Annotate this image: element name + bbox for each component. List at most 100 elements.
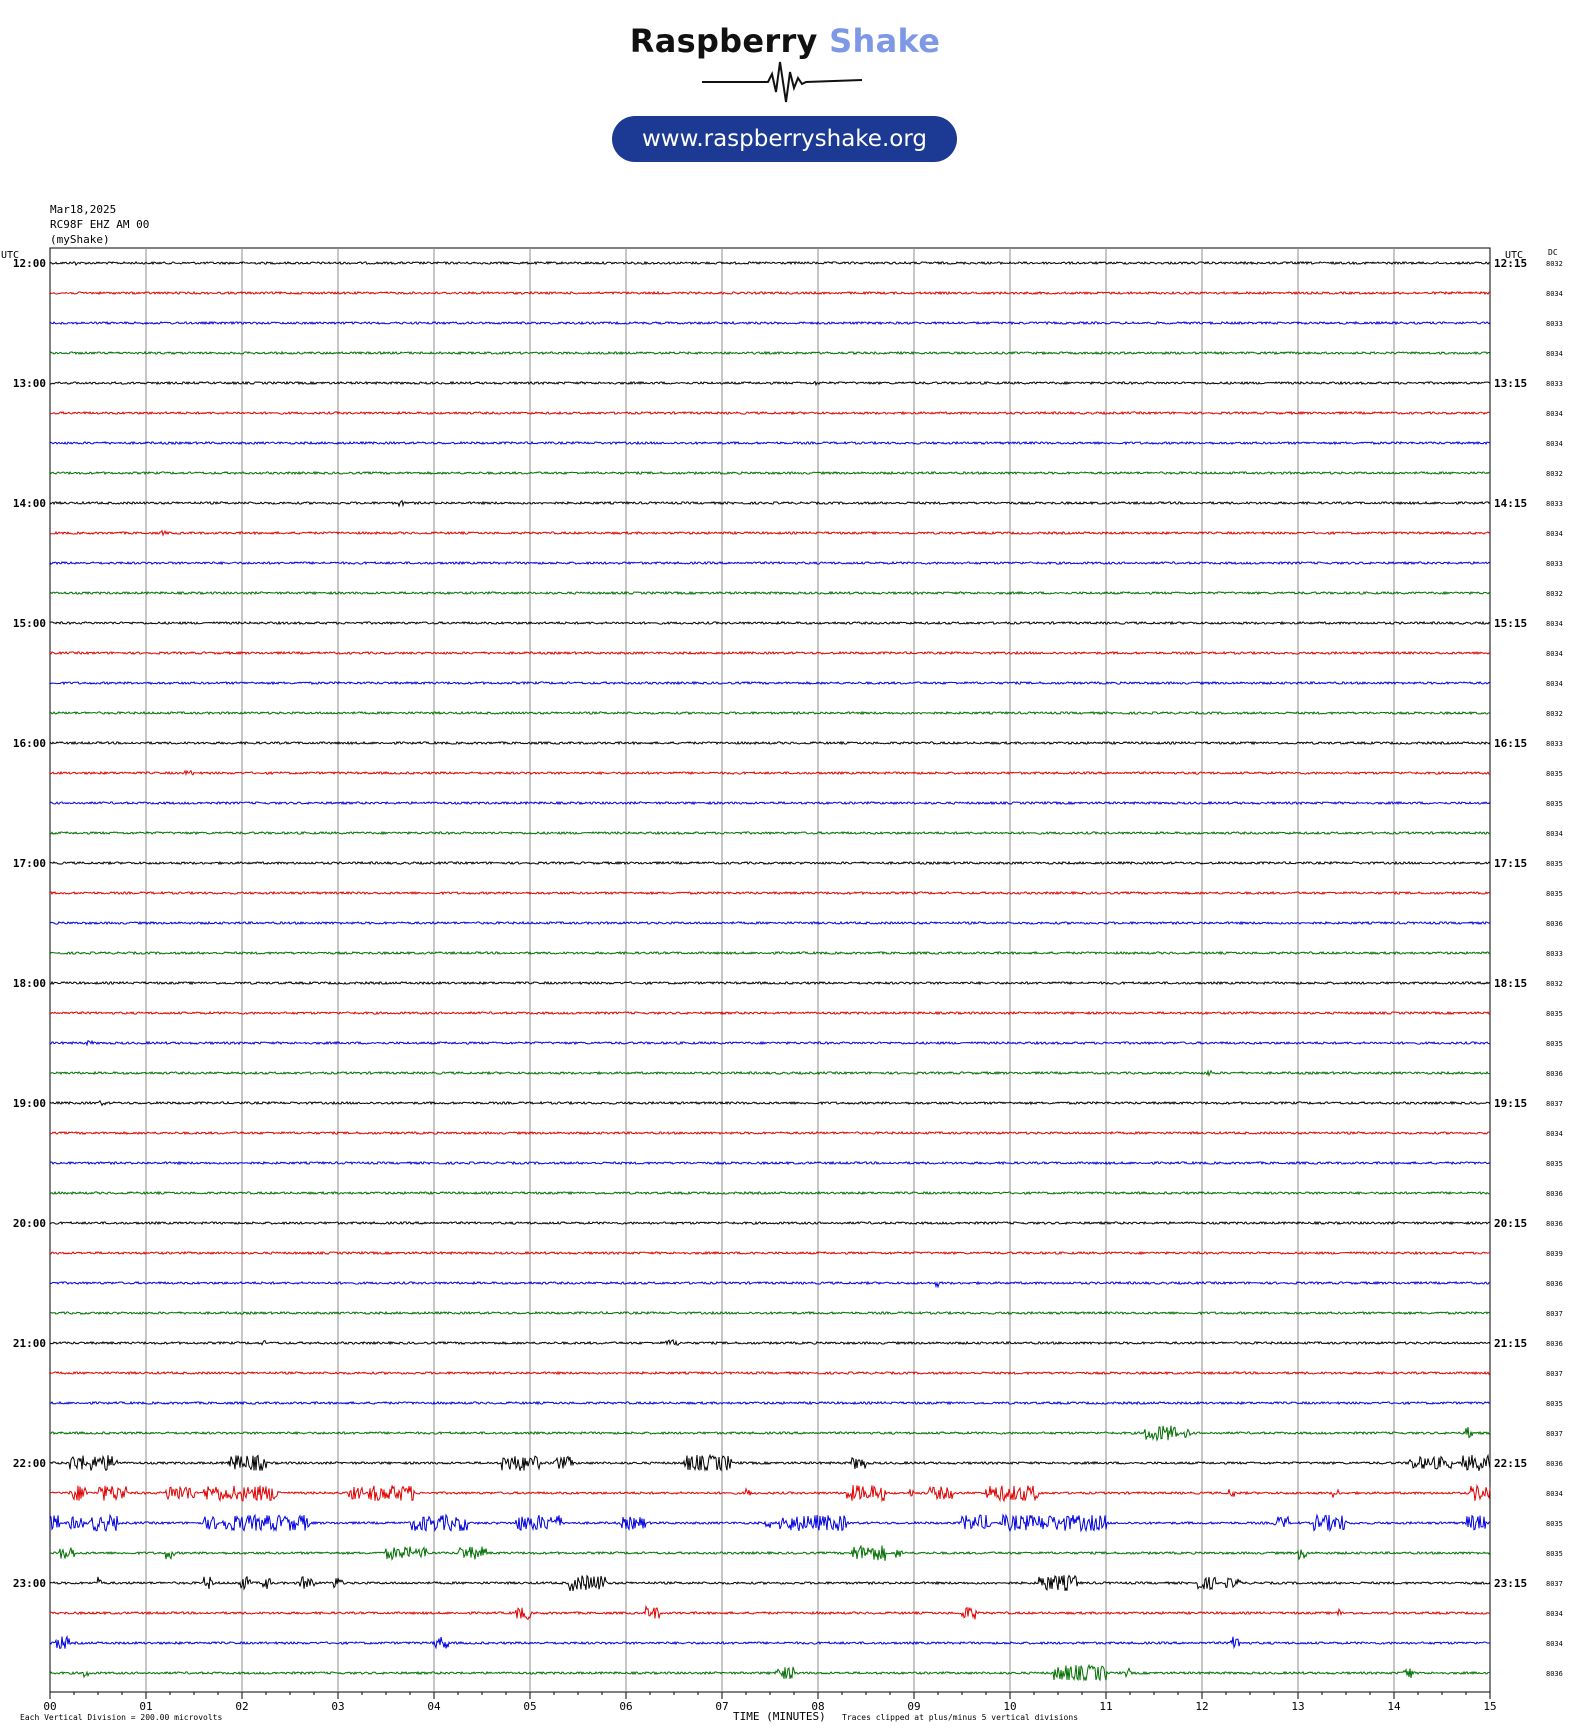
dc-value: 8032 <box>1546 260 1563 268</box>
dc-value: 8034 <box>1546 440 1563 448</box>
dc-value: 8032 <box>1546 980 1563 988</box>
trace-row <box>49 860 1491 866</box>
trace-row <box>49 1604 1491 1620</box>
trace-row <box>49 499 1491 508</box>
x-tick-label: 10 <box>1003 1700 1016 1713</box>
x-tick-label: 05 <box>523 1700 536 1713</box>
trace-row <box>49 320 1491 326</box>
dc-value: 8036 <box>1546 1190 1563 1198</box>
axis-labels: 00 01 02 03 04 05 06 07 08 09 10 11 12 13 14 15UTC UTC DC… <box>1 248 1563 1723</box>
x-tick-label: 01 <box>139 1700 152 1713</box>
trace-row <box>49 769 1490 777</box>
trace-row <box>49 1160 1491 1166</box>
dc-value: 8033 <box>1546 950 1563 958</box>
trace-row <box>49 590 1491 596</box>
dc-value: 8036 <box>1546 920 1563 928</box>
trace-row <box>49 260 1491 266</box>
left-hour-label: 22:00 <box>13 1457 46 1470</box>
right-hour-label: 17:15 <box>1494 857 1527 870</box>
dc-value: 8034 <box>1546 410 1563 418</box>
right-hour-label: 16:15 <box>1494 737 1527 750</box>
trace-row <box>49 1010 1491 1016</box>
left-hour-label: 15:00 <box>13 617 46 630</box>
x-tick-label: 02 <box>235 1700 248 1713</box>
trace-row <box>49 980 1491 986</box>
left-hour-label: 19:00 <box>13 1097 46 1110</box>
dc-value: 8032 <box>1546 470 1563 478</box>
dc-value: 8034 <box>1546 830 1563 838</box>
dc-value: 8036 <box>1546 1670 1563 1678</box>
scale-note: Each Vertical Division = 200.00 microvol… <box>20 1713 222 1722</box>
trace-row <box>49 1425 1491 1443</box>
dc-value: 8032 <box>1546 590 1563 598</box>
dc-value: 8035 <box>1546 890 1563 898</box>
dc-value: 8036 <box>1546 1340 1563 1348</box>
x-tick-label: 06 <box>619 1700 632 1713</box>
x-tick-label: 12 <box>1195 1700 1208 1713</box>
left-hour-label: 13:00 <box>13 377 46 390</box>
dc-value: 8036 <box>1546 1280 1563 1288</box>
dc-value: 8034 <box>1546 620 1563 628</box>
dc-value: 8034 <box>1546 290 1563 298</box>
trace-row <box>49 1634 1491 1650</box>
seismic-traces <box>49 260 1491 1682</box>
dc-value: 8033 <box>1546 320 1563 328</box>
left-hour-label: 16:00 <box>13 737 46 750</box>
right-hour-label: 12:15 <box>1494 257 1527 270</box>
dc-value: 8036 <box>1546 1070 1563 1078</box>
dc-value: 8035 <box>1546 1010 1563 1018</box>
x-tick-label: 04 <box>427 1700 441 1713</box>
dc-value: 8033 <box>1546 380 1563 388</box>
trace-row <box>49 1574 1491 1592</box>
dc-value: 8035 <box>1546 1160 1563 1168</box>
trace-row <box>49 890 1491 896</box>
right-hour-label: 23:15 <box>1494 1577 1527 1590</box>
right-hour-label: 13:15 <box>1494 377 1527 390</box>
clip-note: Traces clipped at plus/minus 5 vertical … <box>842 1713 1078 1722</box>
right-hour-label: 14:15 <box>1494 497 1527 510</box>
dc-value: 8039 <box>1546 1250 1563 1258</box>
x-tick-label: 07 <box>715 1700 728 1713</box>
dc-value: 8037 <box>1546 1430 1563 1438</box>
trace-row <box>49 1339 1491 1346</box>
trace-row <box>49 1484 1491 1503</box>
dc-value: 8034 <box>1546 1130 1563 1138</box>
trace-row <box>49 710 1491 716</box>
trace-row <box>49 1220 1491 1226</box>
dc-value: 8036 <box>1546 1220 1563 1228</box>
left-hour-label: 14:00 <box>13 497 46 510</box>
left-hour-label: 21:00 <box>13 1337 46 1350</box>
trace-row <box>49 410 1491 416</box>
dc-value: 8037 <box>1546 1580 1563 1588</box>
left-hour-label: 18:00 <box>13 977 46 990</box>
dc-value: 8035 <box>1546 1040 1563 1048</box>
trace-row <box>49 529 1491 537</box>
trace-row <box>49 1130 1491 1136</box>
x-tick-label: 14 <box>1387 1700 1401 1713</box>
trace-row <box>49 1400 1491 1406</box>
dc-value: 8035 <box>1546 1550 1563 1558</box>
trace-row <box>49 740 1491 746</box>
x-tick-label: 15 <box>1483 1700 1496 1713</box>
dc-value: 8034 <box>1546 650 1563 658</box>
right-hour-label: 19:15 <box>1494 1097 1527 1110</box>
x-tick-label: 00 <box>43 1700 56 1713</box>
dc-value: 8034 <box>1546 680 1563 688</box>
trace-row <box>49 1513 1491 1533</box>
trace-row <box>49 1100 1491 1107</box>
trace-row <box>49 830 1491 836</box>
trace-row <box>49 950 1491 956</box>
dc-value: 8036 <box>1546 1460 1563 1468</box>
dc-value: 8034 <box>1546 1490 1563 1498</box>
trace-row <box>49 350 1491 356</box>
trace-row <box>49 620 1491 626</box>
right-hour-label: 20:15 <box>1494 1217 1527 1230</box>
trace-row <box>49 560 1491 566</box>
left-hour-label: 20:00 <box>13 1217 46 1230</box>
dc-value: 8035 <box>1546 1520 1563 1528</box>
right-hour-label: 21:15 <box>1494 1337 1527 1350</box>
trace-row <box>49 1039 1491 1047</box>
dc-value: 8032 <box>1546 710 1563 718</box>
trace-row <box>49 650 1491 656</box>
trace-row <box>49 470 1491 476</box>
